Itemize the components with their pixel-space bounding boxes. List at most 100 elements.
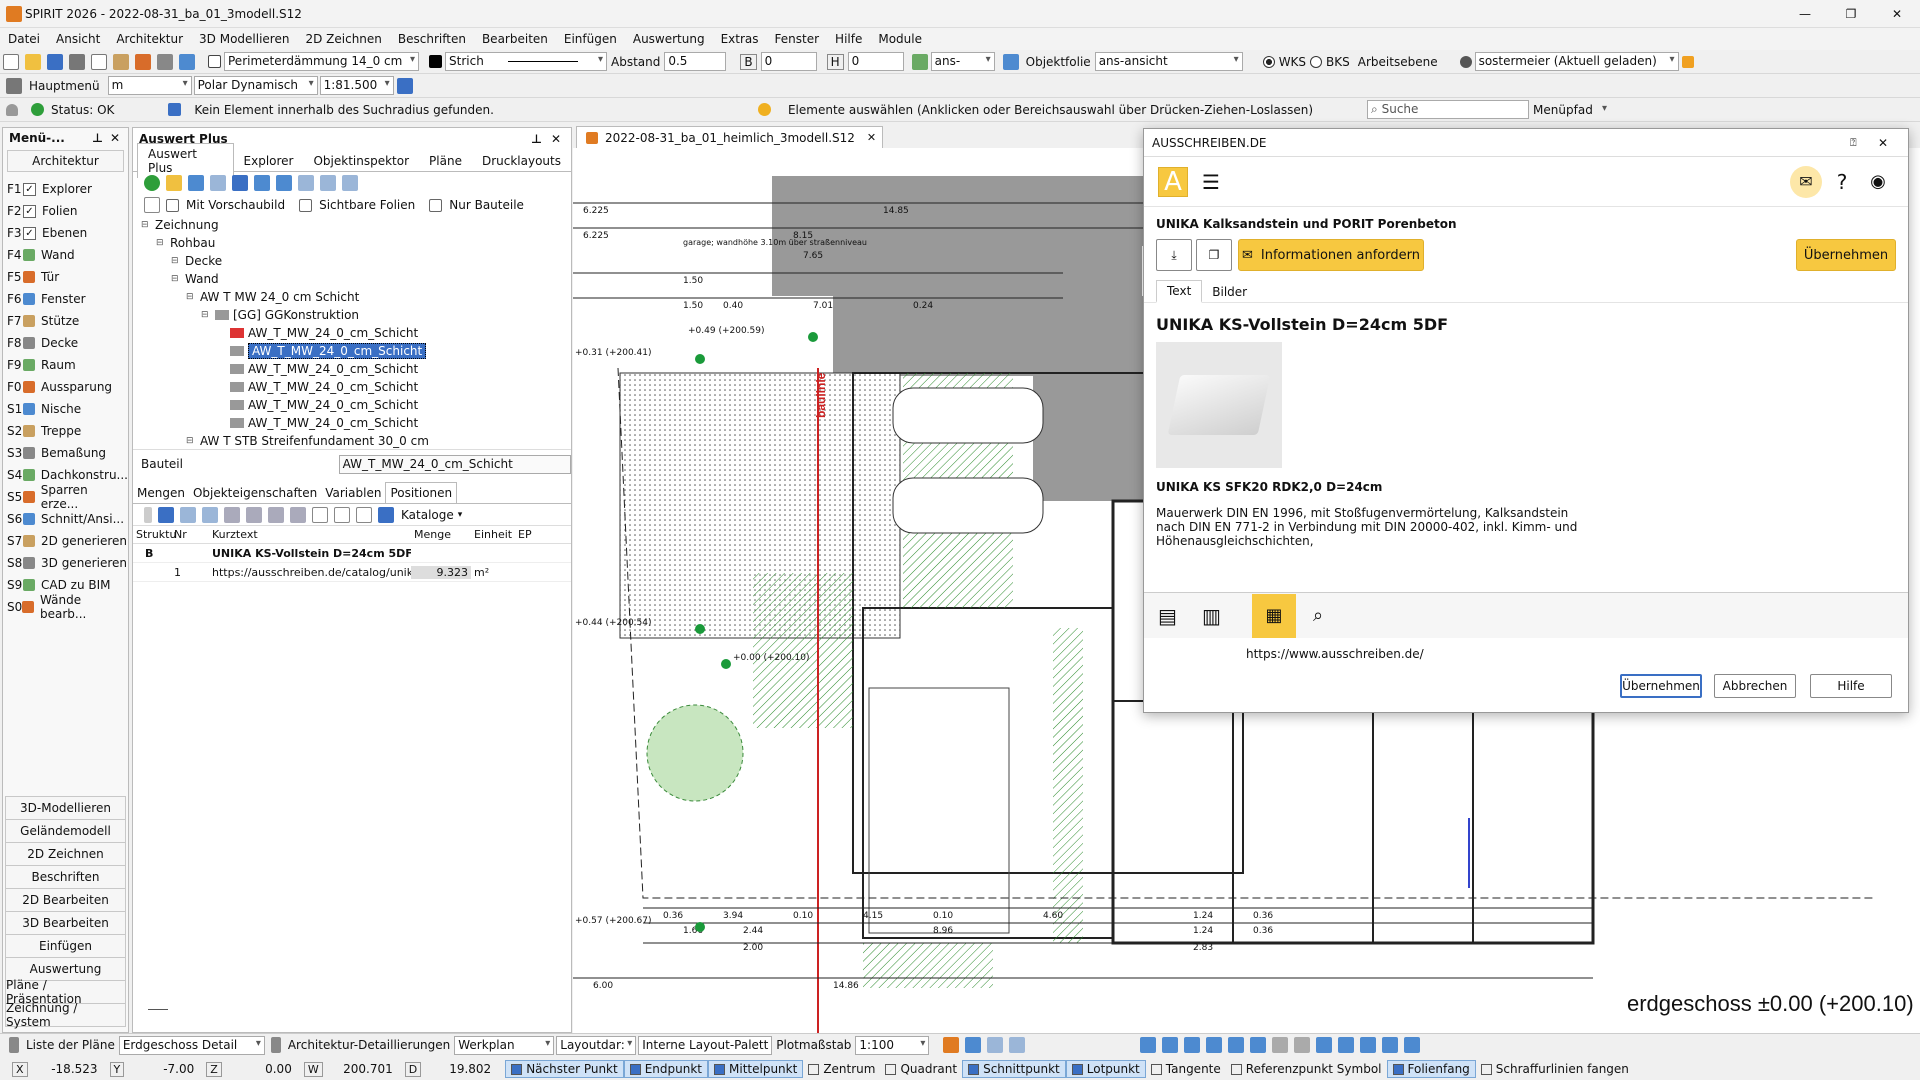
menu-item-5[interactable]: Beschriften	[390, 32, 474, 46]
table-row[interactable]: 1 https://ausschreiben.de/catalog/unika_p…	[133, 563, 571, 582]
expander-icon[interactable]: ⊟	[171, 256, 185, 266]
abstand-input[interactable]: 0.5	[664, 52, 727, 71]
auswert-tab-2[interactable]: Objektinspektor	[303, 151, 419, 171]
coord-value[interactable]: 19.802	[421, 1062, 497, 1076]
menu-item-12[interactable]: Module	[870, 32, 930, 46]
av-icon[interactable]	[210, 175, 226, 191]
catalog-icon[interactable]	[378, 506, 394, 523]
column-header[interactable]: Menge	[411, 528, 471, 541]
expander-icon[interactable]: ⊟	[141, 220, 155, 230]
bks-radio-icon[interactable]	[1310, 55, 1323, 68]
table-row[interactable]: B UNIKA KS-Vollstein D=24cm 5DF	[133, 544, 571, 563]
checkbox-icon[interactable]: ✓	[23, 226, 36, 240]
sichtbar-checkbox[interactable]	[299, 198, 313, 212]
filter-icon[interactable]	[254, 175, 270, 191]
copy-icon[interactable]	[144, 197, 160, 213]
tree-node[interactable]: ⊟ Decke	[141, 252, 571, 270]
category-architektur[interactable]: Architektur	[7, 150, 124, 172]
help-icon[interactable]: ?	[1826, 166, 1858, 198]
section-2[interactable]: 2D Zeichnen	[5, 842, 126, 866]
tree-node[interactable]: AW_T_MW_24_0_cm_Schicht	[141, 360, 571, 378]
list-icon[interactable]	[298, 175, 314, 191]
tree-node[interactable]: ⊟ AW T MW 24_0 cm Schicht	[141, 288, 571, 306]
tree-node[interactable]: ⊟ AW T STB Streifenfundament 30_0 cm	[141, 432, 571, 449]
lock-icon[interactable]	[1681, 55, 1694, 68]
menu-item-15[interactable]: S6 Schnitt/Ansi...	[3, 508, 128, 530]
expander-icon[interactable]: ⊟	[186, 292, 200, 302]
open-file-icon[interactable]	[25, 53, 41, 70]
checkbox-icon[interactable]: ✓	[23, 204, 36, 218]
cut-icon[interactable]	[157, 53, 173, 70]
auswert-close-icon[interactable]: ✕	[551, 132, 571, 146]
move-up-icon[interactable]	[246, 506, 262, 523]
menu-item-14[interactable]: S5 Sparren erze...	[3, 483, 128, 511]
menu-item-11[interactable]: S2 Treppe	[3, 420, 128, 442]
grid3-icon[interactable]	[202, 506, 218, 523]
bulb-icon[interactable]	[166, 175, 182, 191]
doc-icon[interactable]	[312, 506, 328, 523]
move-down-icon[interactable]	[268, 506, 284, 523]
b-input[interactable]: 0	[760, 52, 817, 71]
track-icon[interactable]	[1360, 1037, 1376, 1053]
lower-tab-0[interactable]: Mengen	[133, 483, 189, 503]
cd-icon[interactable]	[320, 175, 336, 191]
menu-panel-close-icon[interactable]: ✕	[110, 131, 128, 145]
popup-tab-0[interactable]: Text	[1156, 280, 1203, 303]
table-icon[interactable]	[188, 175, 204, 191]
dialog-close-icon[interactable]: ✕	[1878, 136, 1908, 150]
account-icon[interactable]: ◉	[1862, 166, 1894, 198]
column-header[interactable]: EP	[515, 528, 545, 541]
section-9[interactable]: Zeichnung / System	[5, 1001, 126, 1029]
copy-icon[interactable]	[91, 53, 107, 70]
menu-item-5[interactable]: F6 Fenster	[3, 288, 128, 310]
close-icon[interactable]: ✕	[1874, 7, 1920, 21]
checkbox-icon[interactable]: ✓	[23, 182, 36, 196]
auswert-tab-4[interactable]: Drucklayouts	[472, 151, 571, 171]
section-1[interactable]: Geländemodell	[5, 819, 126, 843]
tree-node[interactable]: ⊟ Rohbau	[141, 234, 571, 252]
copy-button[interactable]: ❐	[1196, 239, 1232, 271]
polar-icon[interactable]	[1316, 1037, 1332, 1053]
menu-item-9[interactable]: F0 Aussparung	[3, 376, 128, 398]
palette-select[interactable]: Interne Layout-Palett	[638, 1035, 773, 1055]
expander-icon[interactable]: ⊟	[156, 238, 170, 248]
expander-icon[interactable]: ⊟	[201, 310, 215, 320]
grid-snap-icon[interactable]	[1272, 1037, 1288, 1053]
hauptmenu-label[interactable]: Hauptmenü	[29, 79, 100, 93]
snap-option-9[interactable]: Folienfang	[1386, 1060, 1476, 1078]
menu-item-12[interactable]: S3 Bemaßung	[3, 442, 128, 464]
document-info-icon[interactable]: ▥	[1202, 604, 1252, 628]
color-swatch[interactable]	[429, 55, 442, 68]
doc2-icon[interactable]	[334, 506, 350, 523]
hatch-icon[interactable]	[911, 53, 928, 70]
layer-select[interactable]: Perimeterdämmung 14_0 cm	[224, 52, 419, 71]
section-4[interactable]: 2D Bearbeiten	[5, 888, 126, 912]
menu-item-1[interactable]: F2 ✓ Folien	[3, 200, 128, 222]
move-bottom-icon[interactable]	[290, 506, 306, 523]
bauteil-field[interactable]: AW_T_MW_24_0_cm_Schicht	[338, 454, 571, 474]
tree-node[interactable]: AW_T_MW_24_0_cm_Schicht	[141, 378, 571, 396]
snap-option-3[interactable]: Zentrum	[803, 1060, 880, 1078]
paste-icon[interactable]	[113, 53, 129, 70]
draw-mode2-icon[interactable]	[1162, 1037, 1178, 1053]
menu-item-6[interactable]: F7 Stütze	[3, 310, 128, 332]
menu-item-4[interactable]: 2D Zeichnen	[297, 32, 389, 46]
menu-item-3[interactable]: F4 Wand	[3, 244, 128, 266]
menupfad-select[interactable]: Menüpfad	[1533, 103, 1607, 117]
grid-icon[interactable]	[158, 506, 174, 523]
scale-select[interactable]: 1:81.500	[319, 76, 394, 95]
snap-option-2[interactable]: Mittelpunkt	[708, 1060, 804, 1078]
ans-select[interactable]: ans-	[930, 52, 995, 71]
menu-item-7[interactable]: Einfügen	[556, 32, 625, 46]
move-top-icon[interactable]	[224, 506, 240, 523]
osnap-icon[interactable]	[1338, 1037, 1354, 1053]
column-header[interactable]: Struktu	[133, 528, 176, 541]
layout-select[interactable]: Layoutdar:	[556, 1035, 637, 1055]
coord-value[interactable]: 200.701	[323, 1062, 399, 1076]
linetype-select[interactable]: Strich	[445, 52, 607, 71]
export-icon[interactable]	[232, 175, 248, 191]
plan-select[interactable]: Erdgeschoss Detail	[118, 1035, 265, 1055]
status-text[interactable]: Status: OK	[51, 103, 114, 117]
tree-node[interactable]: AW_T_MW_24_0_cm_Schicht	[141, 342, 571, 360]
bauteile-checkbox[interactable]	[429, 198, 443, 212]
